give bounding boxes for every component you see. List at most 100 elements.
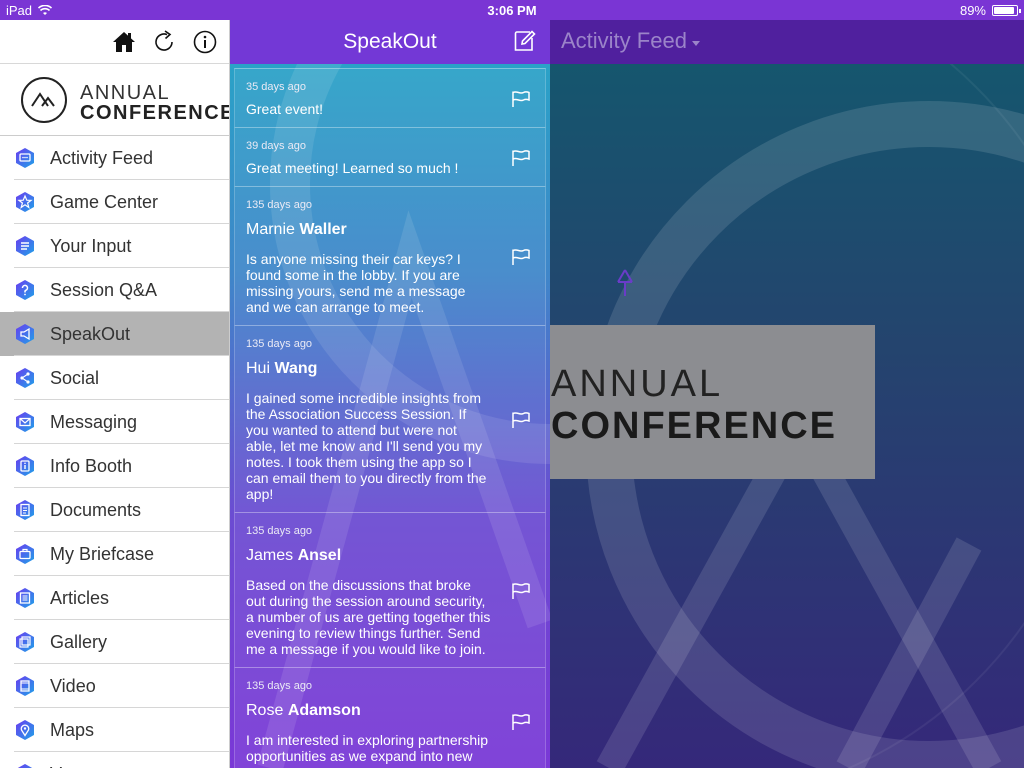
sidebar-item-articles[interactable]: Articles [0, 576, 229, 620]
article-icon [16, 588, 34, 608]
star-icon [16, 192, 34, 212]
sidebar-item-label: Messaging [50, 412, 138, 432]
author-first-name: Hui [246, 360, 271, 377]
post-age: 135 days ago [246, 338, 313, 350]
speakout-panel: SpeakOut 35 days ago Great event! 39 days … [230, 20, 550, 768]
share-icon [16, 368, 34, 388]
status-right: 89% [959, 3, 1021, 18]
speakout-post[interactable]: 135 days ago Hui Wang I gained some incred… [234, 326, 546, 513]
envelope-icon [16, 412, 34, 432]
info-booth-icon [16, 456, 34, 476]
sidebar-item-game-center[interactable]: Game Center [0, 180, 229, 224]
pin-icon [617, 269, 633, 296]
speakout-post[interactable]: 135 days ago James Ansel Based on the disc… [234, 513, 546, 668]
sidebar-brand: ANNUAL CONFERENCE [0, 64, 230, 136]
sidebar-item-label: Gallery [50, 632, 108, 652]
sidebar-item-label: Documents [50, 500, 142, 520]
battery-icon [992, 5, 1021, 16]
post-age: 35 days ago [246, 81, 306, 93]
post-age: 135 days ago [246, 525, 313, 537]
sidebar-item-label: My Briefcase [50, 544, 155, 564]
sidebar-item-label: SpeakOut [50, 324, 131, 344]
author-first-name: Marnie [246, 221, 295, 238]
home-icon[interactable] [112, 30, 136, 54]
logo-line-conference: CONFERENCE [551, 405, 838, 447]
logo-line-annual: ANNUAL [551, 363, 724, 405]
flag-icon[interactable] [511, 582, 531, 600]
author-last-name: Wang [274, 360, 318, 377]
sidebar-item-messaging[interactable]: Messaging [0, 400, 229, 444]
status-bar: iPad 3:06 PM 89% [0, 0, 1024, 20]
sidebar-item-label: Video [50, 676, 96, 696]
sidebar-item-social[interactable]: Social [0, 356, 229, 400]
sidebar-item-gallery[interactable]: Gallery [0, 620, 229, 664]
activity-feed-dropdown[interactable]: Activity Feed [561, 28, 700, 54]
video-icon [16, 676, 34, 696]
venue-icon [17, 764, 33, 768]
document-icon [16, 500, 34, 520]
sidebar-item-label: Your Input [50, 236, 132, 256]
info-icon[interactable] [193, 30, 217, 54]
flag-icon[interactable] [511, 149, 531, 167]
author-last-name: Adamson [287, 702, 361, 719]
sidebar-item-session-q-a[interactable]: Session Q&A [0, 268, 229, 312]
list-icon [16, 236, 34, 256]
sidebar-item-my-briefcase[interactable]: My Briefcase [0, 532, 229, 576]
author-last-name: Ansel [297, 547, 342, 564]
refresh-icon[interactable] [152, 30, 176, 54]
post-age: 135 days ago [246, 199, 313, 211]
question-icon [16, 280, 34, 300]
sidebar-item-label: Game Center [50, 192, 159, 212]
post-author: Rose Adamson [246, 702, 491, 720]
sidebar-item-info-booth[interactable]: Info Booth [0, 444, 229, 488]
post-body: I gained some incredible insights from t… [246, 390, 487, 502]
sidebar-item-activity-feed[interactable]: Activity Feed [0, 136, 229, 180]
author-last-name: Waller [299, 221, 347, 238]
post-author: Hui Wang [246, 360, 491, 378]
post-body: I am interested in exploring partnership… [246, 732, 489, 764]
sidebar-item-label: Activity Feed [50, 148, 154, 168]
speakout-post[interactable]: 135 days ago Rose Adamson I am interested … [234, 668, 546, 768]
megaphone-icon [16, 324, 34, 344]
status-time: 3:06 PM [487, 3, 537, 18]
briefcase-icon [16, 544, 34, 564]
post-body: Great meeting! Learned so much ! [246, 160, 459, 176]
post-age: 135 days ago [246, 680, 313, 692]
flag-icon[interactable] [511, 248, 531, 266]
post-body: Based on the discussions that broke out … [246, 577, 491, 657]
sidebar-item-maps[interactable]: Maps [0, 708, 229, 752]
sidebar-item-label: Session Q&A [50, 280, 158, 300]
sidebar-item-label: Social [50, 368, 100, 388]
speakout-post[interactable]: 135 days ago Marnie Waller Is anyone missi… [234, 187, 546, 326]
speakout-post[interactable]: 39 days ago Great meeting! Learned so muc… [234, 128, 546, 187]
map-pin-icon [16, 720, 34, 740]
gallery-icon [16, 632, 34, 652]
author-first-name: James [246, 547, 294, 564]
sidebar-toolbar [0, 20, 229, 64]
sidebar-item-label: Info Booth [50, 456, 133, 476]
compose-icon[interactable] [514, 30, 536, 52]
chevron-down-icon [691, 40, 700, 46]
post-age: 39 days ago [246, 140, 306, 152]
activity-feed-title: Activity Feed [561, 28, 687, 53]
brand-line-conference: CONFERENCE [80, 102, 230, 124]
speakout-header: SpeakOut [230, 20, 550, 64]
battery-percent: 89% [959, 3, 986, 18]
speakout-post[interactable]: 35 days ago Great event! [234, 68, 546, 128]
sidebar-item-video[interactable]: Video [0, 664, 229, 708]
post-author: Marnie Waller [246, 221, 491, 239]
flag-icon[interactable] [511, 411, 531, 429]
post-body: Great event! [246, 101, 324, 117]
sidebar-item-speakout[interactable]: SpeakOut [0, 312, 229, 356]
chat-icon [16, 148, 34, 168]
sidebar: ANNUAL CONFERENCE Activity Feed Game Cent… [0, 20, 230, 768]
sidebar-item-documents[interactable]: Documents [0, 488, 229, 532]
sidebar-item-your-input[interactable]: Your Input [0, 224, 229, 268]
post-author: James Ansel [246, 547, 491, 565]
sidebar-item-venues[interactable]: Venues [0, 752, 229, 768]
flag-icon[interactable] [511, 713, 531, 731]
sidebar-menu: Activity Feed Game Center Your Input Sessio… [0, 136, 229, 768]
sidebar-item-label: Articles [50, 588, 110, 608]
flag-icon[interactable] [511, 90, 531, 108]
conference-logo-banner: ANNUAL CONFERENCE [549, 325, 875, 479]
